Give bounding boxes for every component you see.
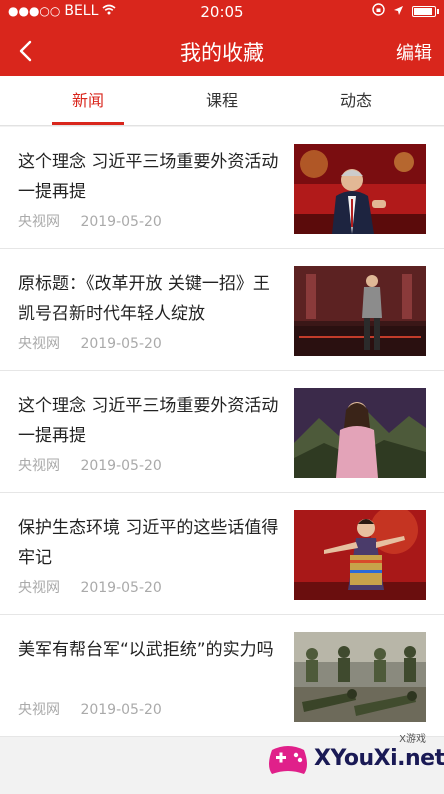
item-date: 2019-05-20 [80, 458, 162, 474]
list-item[interactable]: 美军有帮台军“以武拒统”的实力吗 央视网 2019-05-20 [0, 615, 444, 737]
bottom-area: X游戏 XYouXi.net [0, 734, 444, 794]
item-title: 原标题：《改革开放 关键一招》王凯号召新时代年轻人绽放 [18, 274, 270, 324]
tab-courses[interactable]: 课程 [148, 76, 296, 126]
item-date: 2019-05-20 [80, 580, 162, 596]
list-item[interactable]: 这个理念 习近平三场重要外资活动一提再提 央视网 2019-05-20 [0, 127, 444, 249]
item-meta: 央视网 2019-05-20 [18, 699, 162, 719]
page-title: 我的收藏 [180, 41, 264, 65]
item-title: 美军有帮台军“以武拒统”的实力吗 [18, 640, 274, 660]
item-title: 保护生态环境 习近平的这些话值得牢记 [18, 518, 279, 568]
watermark: X游戏 XYouXi.net [266, 730, 444, 788]
status-right [372, 3, 439, 20]
item-meta: 央视网 2019-05-20 [18, 333, 162, 353]
tab-news[interactable]: 新闻 [14, 76, 162, 126]
item-source: 央视网 [18, 214, 60, 230]
item-date: 2019-05-20 [80, 702, 162, 718]
title-row: 我的收藏 编辑 [0, 28, 444, 74]
watermark-brand: XYouXi.net [314, 746, 444, 771]
item-meta: 央视网 2019-05-20 [18, 455, 162, 475]
item-thumbnail [294, 144, 426, 234]
item-thumbnail [294, 510, 426, 600]
item-title: 这个理念 习近平三场重要外资活动一提再提 [18, 396, 279, 446]
item-thumbnail [294, 388, 426, 478]
gamepad-logo-icon [269, 746, 307, 774]
location-icon [393, 4, 404, 20]
battery-icon [412, 6, 439, 17]
tab-bar: 新闻 课程 动态 [0, 76, 444, 126]
item-source: 央视网 [18, 580, 60, 596]
favorites-list: 这个理念 习近平三场重要外资活动一提再提 央视网 2019-05-20 原标题：… [0, 127, 444, 737]
item-title: 这个理念 习近平三场重要外资活动一提再提 [18, 152, 279, 202]
edit-button[interactable]: 编辑 [396, 39, 432, 65]
item-source: 央视网 [18, 336, 60, 352]
watermark-small-text: X游戏 [399, 734, 426, 745]
active-tab-indicator [52, 122, 124, 125]
item-date: 2019-05-20 [80, 214, 162, 230]
list-item[interactable]: 原标题：《改革开放 关键一招》王凯号召新时代年轻人绽放 央视网 2019-05-… [0, 249, 444, 371]
item-thumbnail [294, 632, 426, 722]
item-meta: 央视网 2019-05-20 [18, 577, 162, 597]
item-thumbnail [294, 266, 426, 356]
tab-activity[interactable]: 动态 [282, 76, 430, 126]
app-header: ●●●○○ BELL 20:05 我的收藏 编辑 [0, 0, 444, 76]
item-source: 央视网 [18, 458, 60, 474]
item-meta: 央视网 2019-05-20 [18, 211, 162, 231]
item-source: 央视网 [18, 702, 60, 718]
status-bar: ●●●○○ BELL 20:05 [0, 0, 444, 24]
list-item[interactable]: 保护生态环境 习近平的这些话值得牢记 央视网 2019-05-20 [0, 493, 444, 615]
list-item[interactable]: 这个理念 习近平三场重要外资活动一提再提 央视网 2019-05-20 [0, 371, 444, 493]
item-date: 2019-05-20 [80, 336, 162, 352]
rotation-lock-icon [372, 3, 385, 20]
